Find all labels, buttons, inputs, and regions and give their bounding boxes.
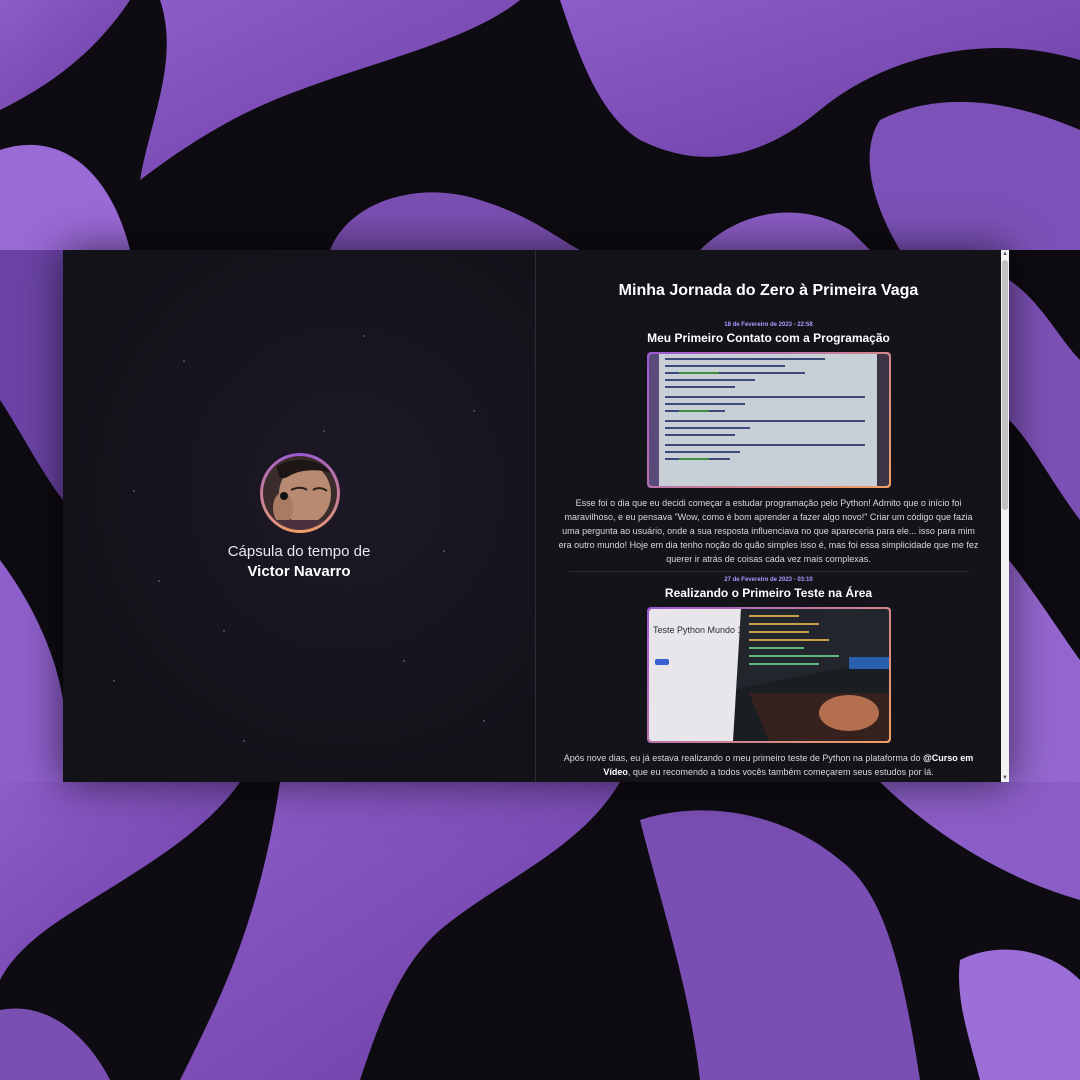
post-image[interactable]: Teste Python Mundo 1 (646, 607, 891, 743)
post-title: Realizando o Primeiro Teste na Área (664, 586, 873, 600)
scroll-up-arrow-icon[interactable]: ▲ (1001, 250, 1009, 258)
post-text: Esse foi o dia que eu decidi começar a e… (558, 498, 979, 564)
time-capsule-window: Cápsula do tempo de Victor Navarro Minha… (63, 250, 1009, 782)
scroll-thumb[interactable] (1002, 260, 1008, 510)
scrollbar[interactable]: ▲ ▼ (1001, 250, 1009, 782)
python-test-screen-photo-icon: Teste Python Mundo 1 (648, 609, 889, 741)
post-date: 27 de Fevereiro de 2023 - 03:10 (724, 577, 813, 583)
user-photo-avatar-icon (263, 456, 337, 530)
post-divider (568, 571, 969, 572)
avatar (260, 453, 340, 533)
scroll-down-arrow-icon[interactable]: ▼ (1001, 774, 1009, 782)
timeline-panel[interactable]: Minha Jornada do Zero à Primeira Vaga 18… (536, 250, 1009, 782)
post-image[interactable] (646, 352, 891, 488)
timeline-post: 18 de Fevereiro de 2023 - 22:58 Meu Prim… (536, 322, 1001, 572)
post-date: 18 de Fevereiro de 2023 - 22:58 (724, 322, 813, 328)
post-text: Após nove dias, eu já estava realizando … (563, 753, 974, 777)
capsule-label: Cápsula do tempo de (227, 543, 371, 560)
timeline-post: 27 de Fevereiro de 2023 - 03:10 Realizan… (536, 577, 1001, 779)
profile-panel: Cápsula do tempo de Victor Navarro (63, 250, 536, 782)
python-terminal-photo-icon (648, 354, 889, 486)
post-title: Meu Primeiro Contato com a Programação (647, 331, 890, 345)
image-caption: Teste Python Mundo 1 (653, 625, 743, 635)
page-title: Minha Jornada do Zero à Primeira Vaga (618, 282, 919, 299)
owner-name: Victor Navarro (247, 563, 351, 580)
